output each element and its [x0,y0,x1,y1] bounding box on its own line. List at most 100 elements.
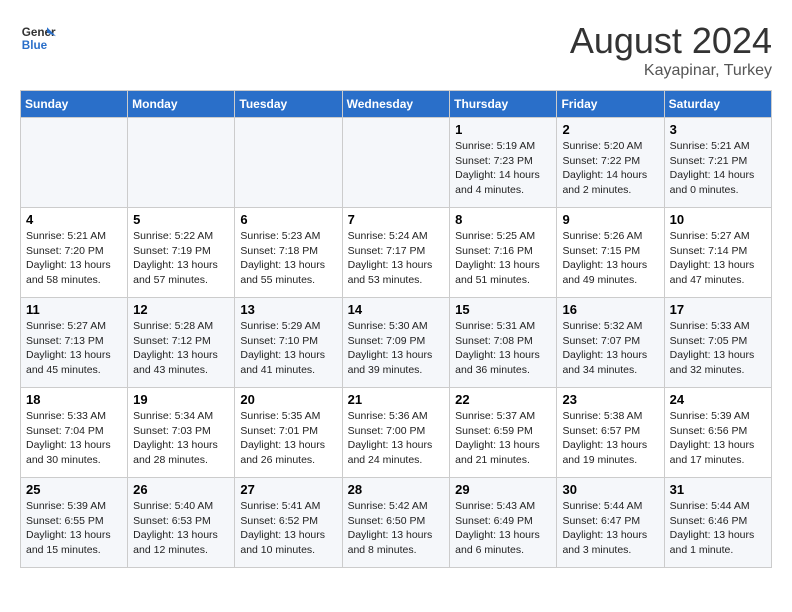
calendar-cell: 19 Sunrise: 5:34 AMSunset: 7:03 PMDayligh… [128,388,235,478]
day-number: 14 [348,302,445,317]
day-info: Sunrise: 5:31 AMSunset: 7:08 PMDaylight:… [455,319,551,378]
day-number: 4 [26,212,122,227]
day-info: Sunrise: 5:33 AMSunset: 7:05 PMDaylight:… [670,319,766,378]
calendar-body: 1Sunrise: 5:19 AMSunset: 7:23 PMDaylight… [21,118,772,568]
calendar-cell: 24 Sunrise: 5:39 AMSunset: 6:56 PMDayligh… [664,388,771,478]
day-header-thursday: Thursday [450,91,557,118]
calendar-cell: 23 Sunrise: 5:38 AMSunset: 6:57 PMDayligh… [557,388,664,478]
calendar-cell: 11Sunrise: 5:27 AMSunset: 7:13 PMDayligh… [21,298,128,388]
day-number: 1 [455,122,551,137]
day-info: Sunrise: 5:33 AMSunset: 7:04 PMDaylight:… [26,409,122,468]
day-number: 23 [562,392,658,407]
day-number: 27 [240,482,336,497]
day-number: 22 [455,392,551,407]
day-number: 3 [670,122,766,137]
day-info: Sunrise: 5:43 AMSunset: 6:49 PMDaylight:… [455,499,551,558]
svg-text:Blue: Blue [22,39,48,52]
calendar-cell: 31 Sunrise: 5:44 AMSunset: 6:46 PMDayligh… [664,478,771,568]
day-number: 30 [562,482,658,497]
day-info: Sunrise: 5:39 AMSunset: 6:56 PMDaylight:… [670,409,766,468]
page-header: General Blue August 2024 Kayapinar, Turk… [20,20,772,80]
day-info: Sunrise: 5:37 AMSunset: 6:59 PMDaylight:… [455,409,551,468]
calendar-cell: 22 Sunrise: 5:37 AMSunset: 6:59 PMDayligh… [450,388,557,478]
day-number: 9 [562,212,658,227]
day-info: Sunrise: 5:35 AMSunset: 7:01 PMDaylight:… [240,409,336,468]
day-number: 31 [670,482,766,497]
calendar-cell: 14Sunrise: 5:30 AMSunset: 7:09 PMDayligh… [342,298,450,388]
day-number: 7 [348,212,445,227]
calendar-cell: 6 Sunrise: 5:23 AMSunset: 7:18 PMDaylight… [235,208,342,298]
calendar-cell: 7 Sunrise: 5:24 AMSunset: 7:17 PMDaylight… [342,208,450,298]
day-info: Sunrise: 5:41 AMSunset: 6:52 PMDaylight:… [240,499,336,558]
calendar-cell: 21 Sunrise: 5:36 AMSunset: 7:00 PMDayligh… [342,388,450,478]
calendar-cell: 20 Sunrise: 5:35 AMSunset: 7:01 PMDayligh… [235,388,342,478]
day-number: 2 [562,122,658,137]
calendar-cell: 25Sunrise: 5:39 AMSunset: 6:55 PMDayligh… [21,478,128,568]
calendar-cell: 29 Sunrise: 5:43 AMSunset: 6:49 PMDayligh… [450,478,557,568]
day-number: 18 [26,392,122,407]
calendar-cell: 28 Sunrise: 5:42 AMSunset: 6:50 PMDayligh… [342,478,450,568]
calendar-cell: 13 Sunrise: 5:29 AMSunset: 7:10 PMDayligh… [235,298,342,388]
day-number: 12 [133,302,229,317]
calendar-cell [235,118,342,208]
day-number: 26 [133,482,229,497]
calendar-cell [128,118,235,208]
calendar-cell: 26 Sunrise: 5:40 AMSunset: 6:53 PMDayligh… [128,478,235,568]
month-title: August 2024 [570,20,772,62]
day-number: 8 [455,212,551,227]
day-number: 5 [133,212,229,227]
calendar-cell [21,118,128,208]
calendar-header: SundayMondayTuesdayWednesdayThursdayFrid… [21,91,772,118]
calendar-cell: 12Sunrise: 5:28 AMSunset: 7:12 PMDayligh… [128,298,235,388]
logo-icon: General Blue [20,20,56,56]
calendar-table: SundayMondayTuesdayWednesdayThursdayFrid… [20,90,772,568]
day-info: Sunrise: 5:29 AMSunset: 7:10 PMDaylight:… [240,319,336,378]
day-number: 28 [348,482,445,497]
day-info: Sunrise: 5:44 AMSunset: 6:46 PMDaylight:… [670,499,766,558]
week-row-2: 4 Sunrise: 5:21 AMSunset: 7:20 PMDaylight… [21,208,772,298]
day-info: Sunrise: 5:38 AMSunset: 6:57 PMDaylight:… [562,409,658,468]
week-row-1: 1Sunrise: 5:19 AMSunset: 7:23 PMDaylight… [21,118,772,208]
day-info: Sunrise: 5:25 AMSunset: 7:16 PMDaylight:… [455,229,551,288]
day-info: Sunrise: 5:20 AMSunset: 7:22 PMDaylight:… [562,139,658,198]
day-number: 20 [240,392,336,407]
day-info: Sunrise: 5:36 AMSunset: 7:00 PMDaylight:… [348,409,445,468]
day-number: 21 [348,392,445,407]
calendar-cell: 3 Sunrise: 5:21 AMSunset: 7:21 PMDaylight… [664,118,771,208]
day-number: 6 [240,212,336,227]
day-info: Sunrise: 5:21 AMSunset: 7:20 PMDaylight:… [26,229,122,288]
day-number: 19 [133,392,229,407]
day-info: Sunrise: 5:24 AMSunset: 7:17 PMDaylight:… [348,229,445,288]
calendar-cell: 1Sunrise: 5:19 AMSunset: 7:23 PMDaylight… [450,118,557,208]
day-info: Sunrise: 5:44 AMSunset: 6:47 PMDaylight:… [562,499,658,558]
day-header-monday: Monday [128,91,235,118]
day-info: Sunrise: 5:21 AMSunset: 7:21 PMDaylight:… [670,139,766,198]
day-number: 24 [670,392,766,407]
day-header-sunday: Sunday [21,91,128,118]
week-row-5: 25Sunrise: 5:39 AMSunset: 6:55 PMDayligh… [21,478,772,568]
calendar-cell: 9 Sunrise: 5:26 AMSunset: 7:15 PMDaylight… [557,208,664,298]
day-number: 17 [670,302,766,317]
day-info: Sunrise: 5:27 AMSunset: 7:14 PMDaylight:… [670,229,766,288]
day-header-tuesday: Tuesday [235,91,342,118]
calendar-cell: 10 Sunrise: 5:27 AMSunset: 7:14 PMDayligh… [664,208,771,298]
day-number: 11 [26,302,122,317]
day-info: Sunrise: 5:26 AMSunset: 7:15 PMDaylight:… [562,229,658,288]
day-info: Sunrise: 5:42 AMSunset: 6:50 PMDaylight:… [348,499,445,558]
calendar-cell: 17 Sunrise: 5:33 AMSunset: 7:05 PMDayligh… [664,298,771,388]
day-info: Sunrise: 5:32 AMSunset: 7:07 PMDaylight:… [562,319,658,378]
day-info: Sunrise: 5:23 AMSunset: 7:18 PMDaylight:… [240,229,336,288]
day-number: 29 [455,482,551,497]
calendar-cell: 4 Sunrise: 5:21 AMSunset: 7:20 PMDaylight… [21,208,128,298]
day-header-wednesday: Wednesday [342,91,450,118]
day-info: Sunrise: 5:40 AMSunset: 6:53 PMDaylight:… [133,499,229,558]
day-number: 15 [455,302,551,317]
logo: General Blue [20,20,56,56]
week-row-4: 18 Sunrise: 5:33 AMSunset: 7:04 PMDayligh… [21,388,772,478]
day-number: 13 [240,302,336,317]
day-number: 25 [26,482,122,497]
location: Kayapinar, Turkey [570,62,772,80]
day-info: Sunrise: 5:34 AMSunset: 7:03 PMDaylight:… [133,409,229,468]
day-number: 16 [562,302,658,317]
day-number: 10 [670,212,766,227]
